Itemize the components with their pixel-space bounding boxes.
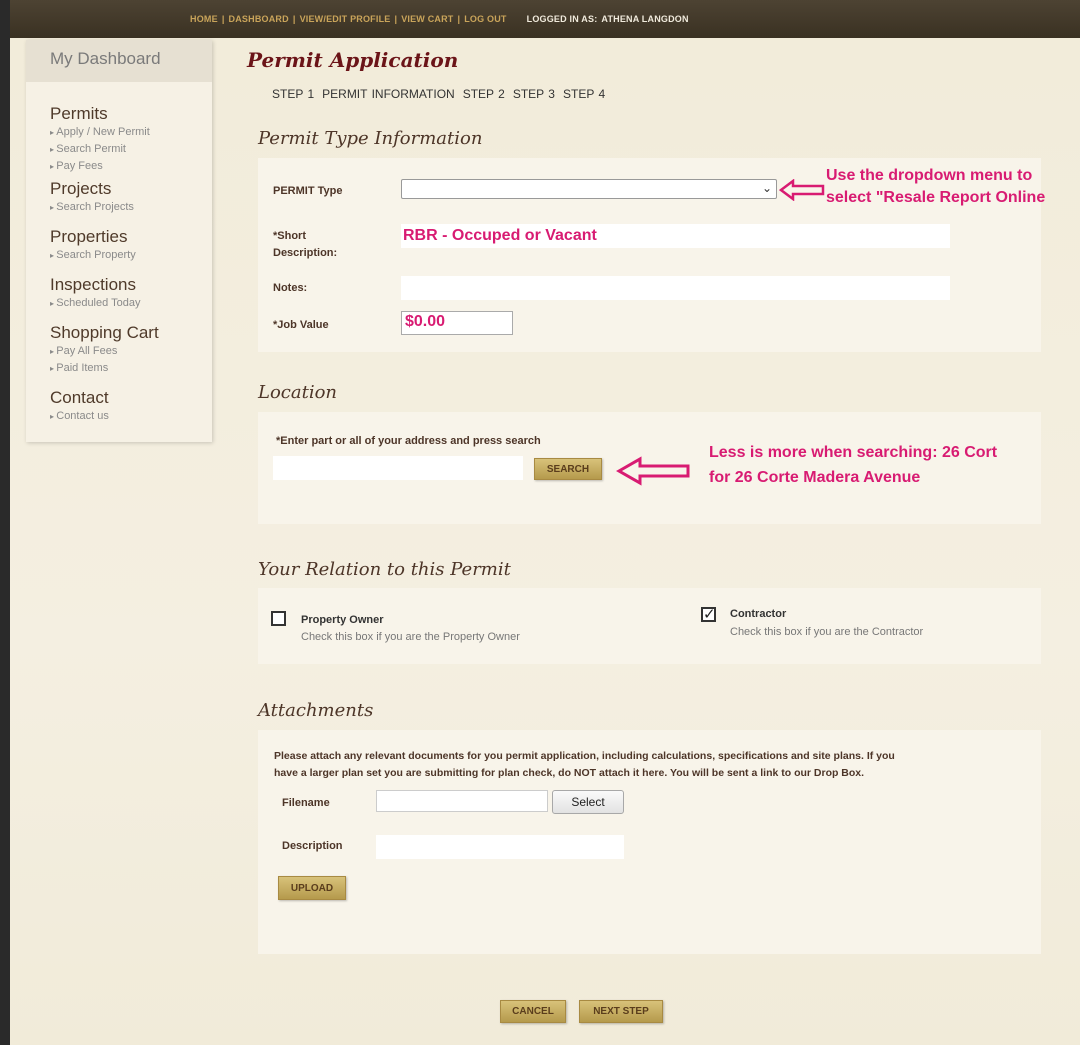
- nav-separator: |: [394, 14, 398, 24]
- search-button[interactable]: SEARCH: [534, 458, 602, 480]
- permit-type-dropdown[interactable]: ⌄: [401, 179, 777, 199]
- location-section-title: Location: [258, 382, 338, 403]
- permit-type-label: PERMIT Type: [273, 185, 343, 197]
- nav-dashboard-link[interactable]: DASHBOARD: [229, 14, 289, 24]
- sidebar-section-projects: Projects Search Projects: [26, 179, 212, 216]
- step-indicator: STEP 1 PERMIT INFORMATION STEP 2 STEP 3 STEP…: [272, 87, 613, 101]
- checkmark-icon: ✓: [703, 606, 716, 623]
- sidebar-section-cart: Shopping Cart Pay All Fees Paid Items: [26, 323, 212, 377]
- sidebar-title-contact[interactable]: Contact: [50, 388, 212, 408]
- sidebar-item-scheduled-today[interactable]: Scheduled Today: [50, 295, 212, 312]
- short-description-label-line1: *Short: [273, 230, 306, 242]
- step-permit-information: PERMIT INFORMATION: [322, 87, 455, 101]
- search-annotation-line1: Less is more when searching: 26 Cort: [709, 444, 998, 461]
- sidebar-item-search-permit[interactable]: Search Permit: [50, 141, 212, 158]
- relation-section-title: Your Relation to this Permit: [258, 559, 511, 580]
- property-owner-label: Property Owner: [301, 614, 384, 626]
- permit-type-section-title: Permit Type Information: [258, 128, 483, 149]
- property-owner-checkbox[interactable]: [271, 611, 286, 626]
- nav-separator: |: [292, 14, 296, 24]
- description-input[interactable]: [376, 835, 624, 859]
- attachments-instructions: Please attach any relevant documents for…: [274, 748, 1014, 782]
- address-instruction: *Enter part or all of your address and p…: [276, 435, 541, 447]
- filename-input[interactable]: [376, 790, 548, 812]
- short-description-value: RBR - Occuped or Vacant: [403, 227, 597, 244]
- property-owner-help: Check this box if you are the Property O…: [301, 631, 520, 643]
- next-step-button[interactable]: NEXT STEP: [579, 1000, 663, 1023]
- sidebar-title-projects[interactable]: Projects: [50, 179, 212, 199]
- dashboard-sidebar: My Dashboard Permits Apply / New Permit …: [26, 40, 212, 442]
- sidebar-item-search-projects[interactable]: Search Projects: [50, 199, 212, 216]
- sidebar-item-pay-all-fees[interactable]: Pay All Fees: [50, 343, 212, 360]
- nav-home-link[interactable]: HOME: [190, 14, 218, 24]
- sidebar-section-inspections: Inspections Scheduled Today: [26, 275, 212, 312]
- notes-label: Notes:: [273, 282, 308, 294]
- search-annotation-line2: for 26 Corte Madera Avenue: [709, 469, 921, 486]
- arrow-left-icon: [616, 456, 690, 486]
- step-1: STEP 1: [272, 87, 315, 101]
- top-nav-bar: HOME | DASHBOARD | VIEW/EDIT PROFILE | V…: [10, 0, 1080, 38]
- nav-profile-link[interactable]: VIEW/EDIT PROFILE: [300, 14, 391, 24]
- sidebar-item-pay-fees[interactable]: Pay Fees: [50, 158, 212, 175]
- sidebar-section-contact: Contact Contact us: [26, 388, 212, 425]
- attachments-section-title: Attachments: [258, 700, 374, 721]
- attachments-instructions-line1: Please attach any relevant documents for…: [274, 750, 895, 762]
- sidebar-heading: My Dashboard: [26, 40, 212, 82]
- attachments-instructions-line2: have a larger plan set you are submittin…: [274, 767, 865, 779]
- sidebar-title-shopping-cart[interactable]: Shopping Cart: [50, 323, 212, 343]
- job-value-label: *Job Value: [273, 319, 329, 331]
- sidebar-item-contact-us[interactable]: Contact us: [50, 408, 212, 425]
- relation-panel: [258, 588, 1041, 664]
- contractor-checkbox[interactable]: ✓: [701, 606, 716, 623]
- step-3: STEP 3: [512, 87, 555, 101]
- logged-in-user: ATHENA LANGDON: [601, 14, 689, 24]
- sidebar-title-permits[interactable]: Permits: [50, 104, 212, 124]
- nav-logout-link[interactable]: LOG OUT: [464, 14, 506, 24]
- description-label: Description: [282, 840, 343, 852]
- nav-separator: |: [221, 14, 225, 24]
- sidebar-section-permits: Permits Apply / New Permit Search Permit…: [26, 104, 212, 175]
- dropdown-annotation-line2: select "Resale Report Online: [826, 189, 1046, 206]
- arrow-left-icon: [779, 179, 825, 201]
- nav-cart-link[interactable]: VIEW CART: [401, 14, 453, 24]
- step-4: STEP 4: [562, 87, 606, 101]
- job-value-value: $0.00: [405, 313, 446, 330]
- page-body: My Dashboard Permits Apply / New Permit …: [10, 38, 1080, 1045]
- dropdown-annotation-line1: Use the dropdown menu to: [826, 167, 1033, 184]
- contractor-label: Contractor: [730, 608, 787, 620]
- select-file-button[interactable]: Select: [552, 790, 624, 814]
- sidebar-title-properties[interactable]: Properties: [50, 227, 212, 247]
- nav-separator: |: [457, 14, 461, 24]
- filename-label: Filename: [282, 797, 330, 809]
- upload-button[interactable]: UPLOAD: [278, 876, 346, 900]
- notes-input[interactable]: [401, 276, 950, 300]
- sidebar-item-apply-permit[interactable]: Apply / New Permit: [50, 124, 212, 141]
- sidebar-item-search-property[interactable]: Search Property: [50, 247, 212, 264]
- page-title: Permit Application: [247, 48, 459, 72]
- chevron-down-icon: ⌄: [761, 181, 772, 195]
- step-2: STEP 2: [462, 87, 505, 101]
- logged-in-label: LOGGED IN AS:: [526, 14, 598, 24]
- contractor-help: Check this box if you are the Contractor: [730, 626, 924, 638]
- short-description-label-line2: Description:: [273, 247, 338, 259]
- sidebar-section-properties: Properties Search Property: [26, 227, 212, 264]
- cancel-button[interactable]: CANCEL: [500, 1000, 566, 1023]
- sidebar-item-paid-items[interactable]: Paid Items: [50, 360, 212, 377]
- sidebar-title-inspections[interactable]: Inspections: [50, 275, 212, 295]
- address-search-input[interactable]: [273, 456, 523, 480]
